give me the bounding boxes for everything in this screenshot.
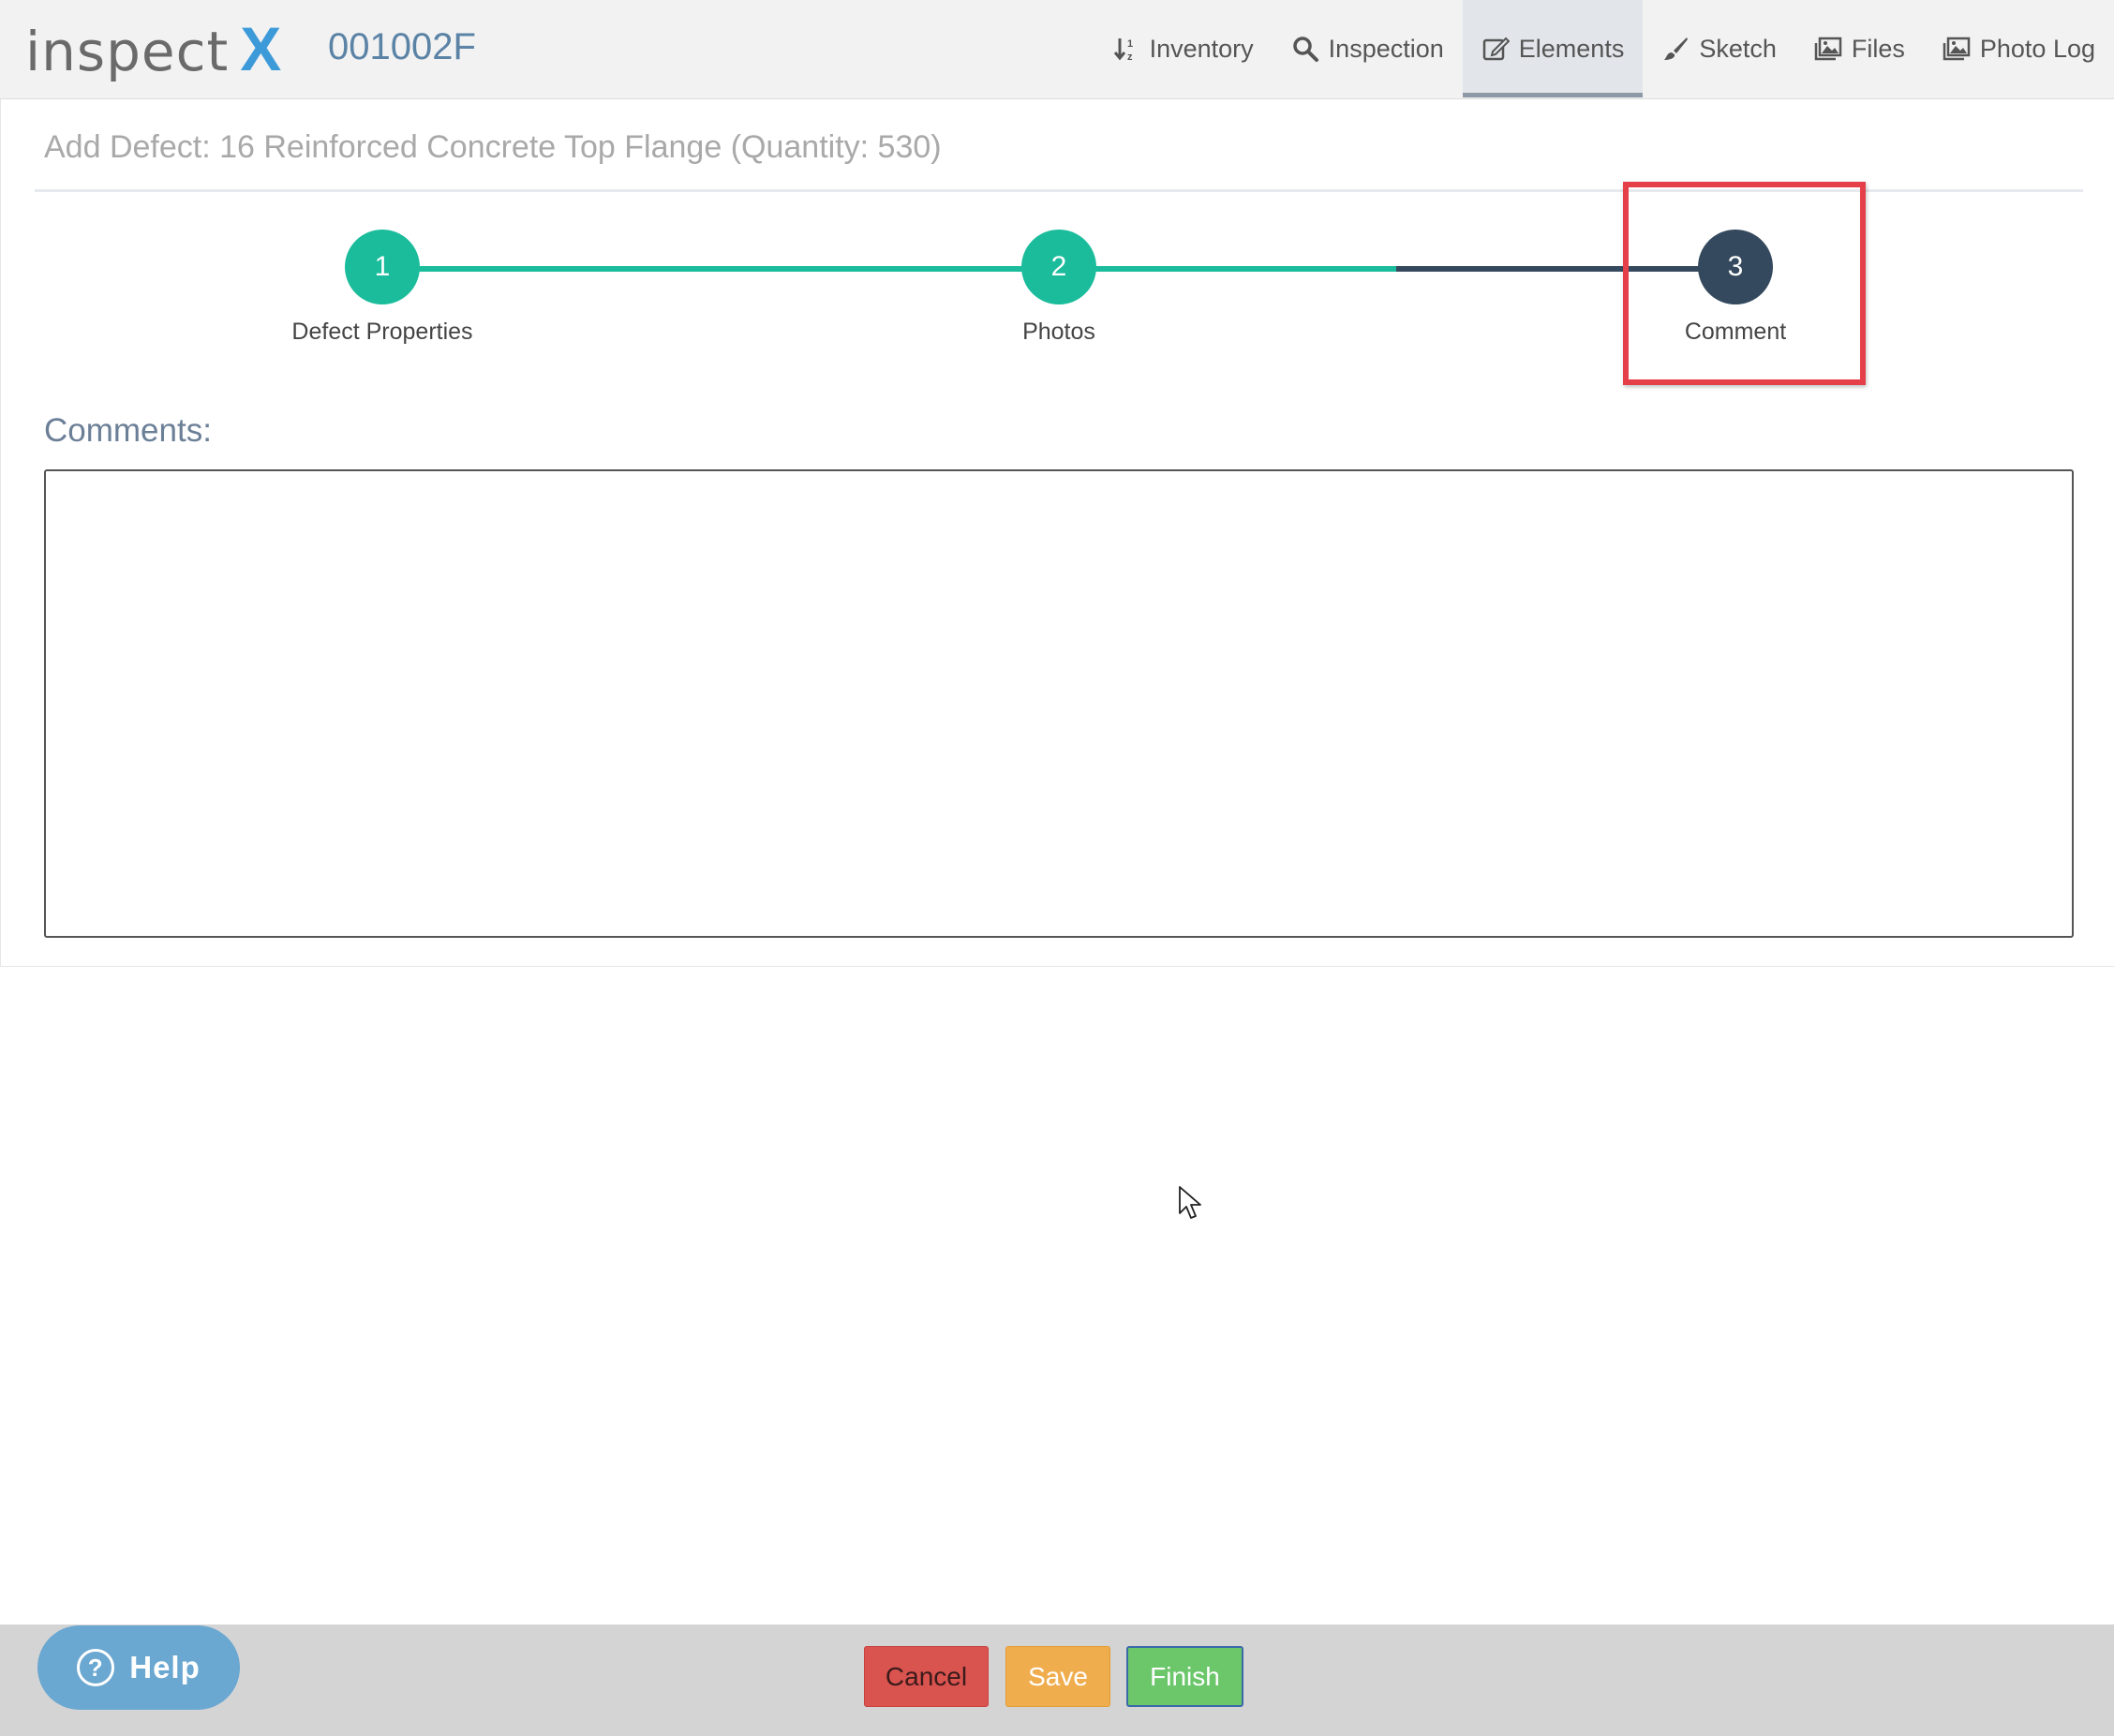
step-1-defect-properties[interactable]: 1 <box>345 230 420 304</box>
search-icon <box>1292 37 1318 62</box>
nav-label: Photo Log <box>1979 34 2095 63</box>
nav-photo-log[interactable]: Photo Log <box>1924 0 2114 97</box>
add-defect-panel: Add Defect: 16 Reinforced Concrete Top F… <box>0 99 2114 967</box>
step-connector-complete <box>419 266 1396 272</box>
brush-icon <box>1664 37 1689 60</box>
nav-label: Inventory <box>1149 34 1254 63</box>
nav-inspection[interactable]: Inspection <box>1273 0 1463 97</box>
nav-label: Sketch <box>1699 34 1777 63</box>
app-header: inspect X 001002F 1 z Inventory Inspecti… <box>0 0 2114 99</box>
sort-icon: 1 z <box>1113 38 1133 63</box>
step-number: 1 <box>374 251 391 282</box>
cancel-button[interactable]: Cancel <box>864 1646 989 1707</box>
svg-text:z: z <box>1127 52 1133 63</box>
svg-text:1: 1 <box>1127 38 1133 50</box>
nav-files[interactable]: Files <box>1795 0 1924 97</box>
logo-x: X <box>240 14 282 83</box>
nav-label: Inspection <box>1328 34 1444 63</box>
main-nav: 1 z Inventory Inspection Elements Sketch… <box>1094 0 2114 97</box>
question-icon: ? <box>77 1649 115 1686</box>
highlight-annotation <box>1623 182 1866 385</box>
step-2-photos[interactable]: 2 <box>1021 230 1096 304</box>
mouse-cursor-icon <box>1179 1186 1201 1219</box>
comments-label: Comments: <box>44 412 212 449</box>
nav-label: Elements <box>1518 34 1625 63</box>
help-label: Help <box>129 1650 201 1684</box>
step-number: 2 <box>1050 251 1067 282</box>
help-button[interactable]: ? Help <box>37 1625 240 1710</box>
step-label: Defect Properties <box>291 319 473 345</box>
structure-id: 001002F <box>328 26 476 67</box>
page-title: Add Defect: 16 Reinforced Concrete Top F… <box>44 129 942 165</box>
edit-icon <box>1482 37 1510 61</box>
images-icon <box>1943 37 1971 61</box>
save-button[interactable]: Save <box>1005 1646 1110 1707</box>
logo-text: inspect <box>25 20 230 83</box>
images-icon <box>1814 37 1842 61</box>
nav-label: Files <box>1851 34 1905 63</box>
comments-textarea[interactable] <box>44 469 2074 938</box>
finish-button[interactable]: Finish <box>1126 1646 1243 1707</box>
inspectx-logo[interactable]: inspect X <box>25 13 281 83</box>
nav-sketch[interactable]: Sketch <box>1643 0 1795 97</box>
nav-elements[interactable]: Elements <box>1462 0 1644 97</box>
step-label: Photos <box>1022 319 1095 345</box>
nav-inventory[interactable]: 1 z Inventory <box>1094 0 1273 97</box>
